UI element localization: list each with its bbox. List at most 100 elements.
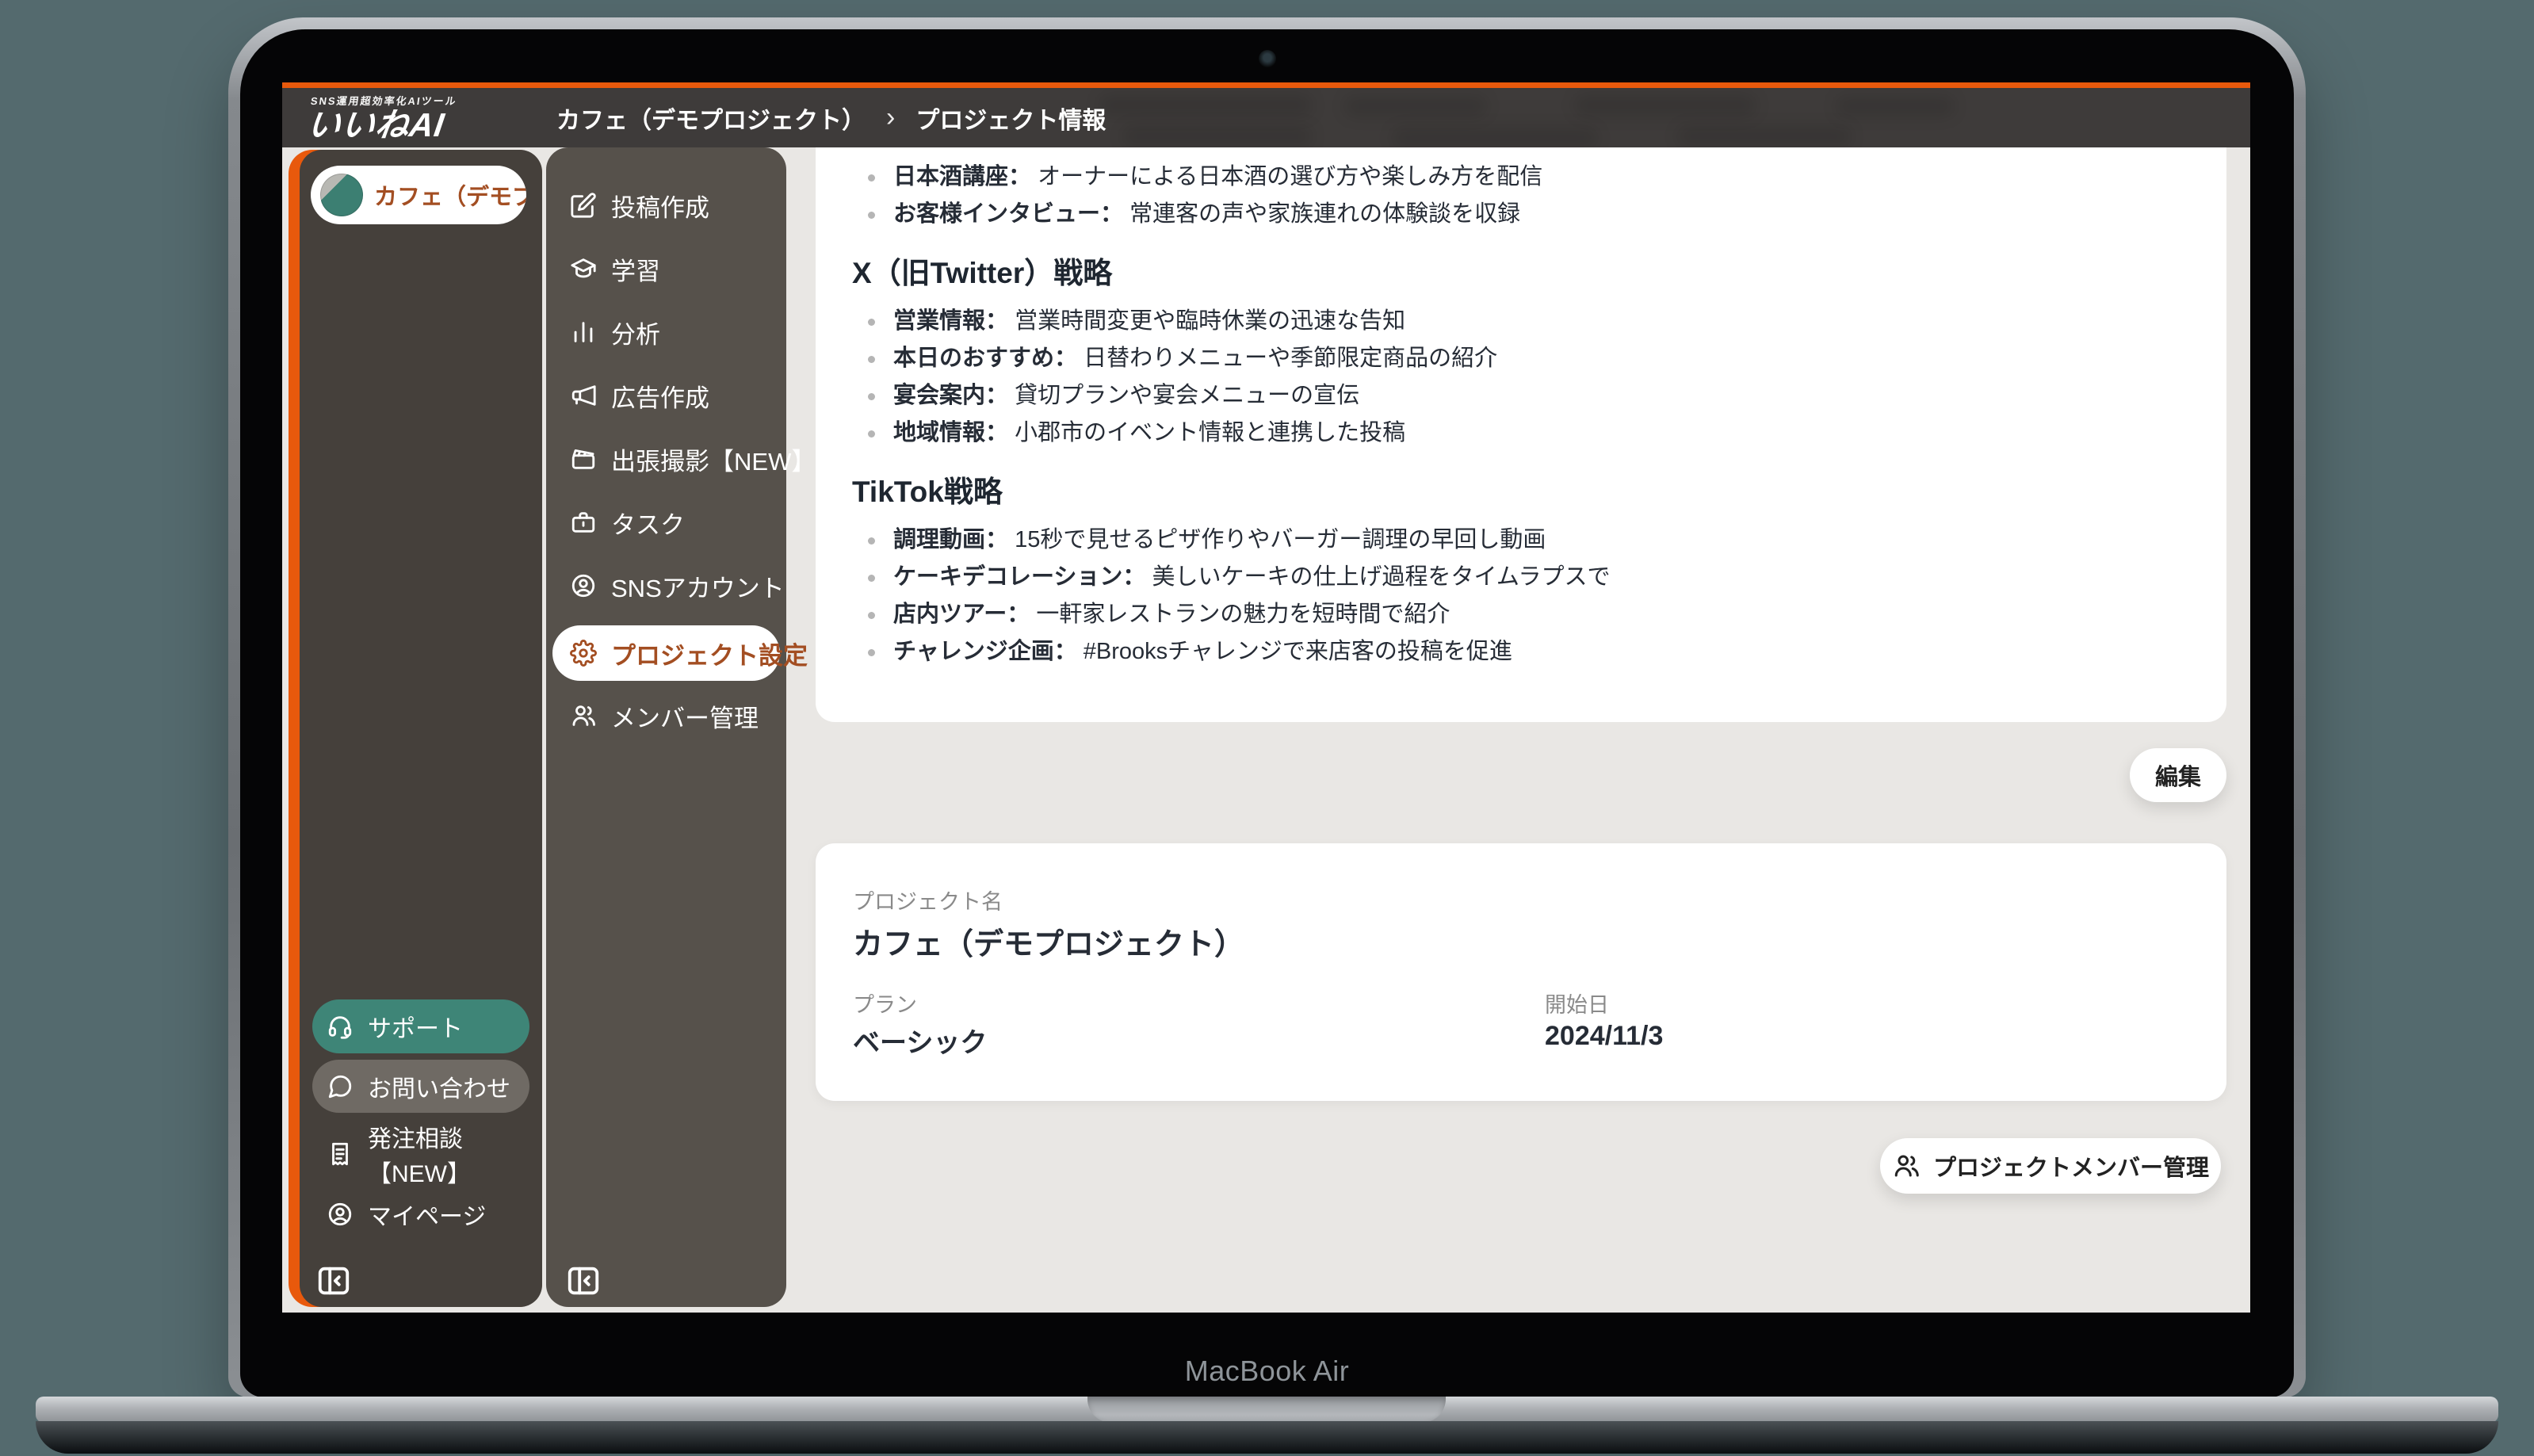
menu-item-photoshoot[interactable]: 出張撮影【NEW】 [552,435,780,483]
megaphone-icon [570,382,597,409]
bullet-dot [868,612,875,619]
graduation-cap-icon [570,255,597,282]
macbook-base [36,1421,2498,1454]
app-screen: SNS運用超効率化AIツール いいねAI カフェ（デモプロジェクト） › プロジ… [282,82,2250,1313]
plan-label: プラン [853,988,917,1018]
start-date-label: 開始日 [1545,988,1609,1018]
macbook-bezel: SNS運用超効率化AIツール いいねAI カフェ（デモプロジェクト） › プロジ… [240,29,2294,1397]
breadcrumb: カフェ（デモプロジェクト） › プロジェクト情報 [556,88,1106,147]
menu-item-member-management[interactable]: メンバー管理 [552,692,780,739]
app-logo[interactable]: SNS運用超効率化AIツール いいねAI [305,93,459,143]
menu-collapse-button[interactable] [562,1259,605,1302]
bullet-label: 本日のおすすめ： [893,346,1077,371]
bullet-label: チャレンジ企画： [893,639,1077,664]
panel-collapse-icon [565,1263,602,1299]
logo-tagline: SNS運用超効率化AIツール [310,93,458,108]
macbook-hinge [36,1397,2498,1423]
strategy-bullet: 宴会案内： 貸切プランや宴会メニューの宣伝 [852,377,2190,415]
bullet-text: 営業時間変更や臨時休業の迅速な告知 [1015,308,1405,334]
menu-item-label: プロジェクト設定 [611,636,808,671]
edit-button[interactable]: 編集 [2130,748,2226,802]
bullet-text: 日替わりメニューや季節限定商品の紹介 [1084,346,1497,371]
bar-chart-icon [570,319,597,346]
receipt-icon [327,1141,354,1167]
bullet-label: お客様インタビュー： [893,201,1123,227]
menu-item-label: 投稿作成 [611,188,709,224]
menu-item-label: 学習 [611,251,660,287]
camera-dot [1259,50,1276,67]
bullet-label: ケーキデコレーション： [893,564,1145,590]
button-label: プロジェクトメンバー管理 [1933,1149,2209,1183]
sidebar-item-support[interactable]: サポート [312,999,529,1053]
menu-item-sns-accounts[interactable]: SNSアカウント [552,562,780,610]
sidebar-item-contact[interactable]: お問い合わせ [312,1060,529,1113]
sidebar-item-mypage[interactable]: マイページ [312,1190,529,1238]
panel-collapse-icon [315,1263,352,1299]
strategy-bullet: 営業情報： 営業時間変更や臨時休業の迅速な告知 [852,303,2190,340]
sidebar-collapse-button[interactable] [312,1259,355,1302]
menu-item-analysis[interactable]: 分析 [552,308,780,356]
strategy-bullet: ケーキデコレーション： 美しいケーキの仕上げ過程をタイムラプスで [852,559,2190,596]
bullet-text: 小郡市のイベント情報と連携した投稿 [1015,420,1405,445]
macbook-lid: SNS運用超効率化AIツール いいねAI カフェ（デモプロジェクト） › プロジ… [228,17,2306,1397]
clapperboard-icon [570,445,597,472]
strategy-bullet: 日本酒講座： オーナーによる日本酒の選び方や楽しみ方を配信 [852,159,2190,196]
project-name-value: カフェ（デモプロジェクト） [853,919,1244,963]
blurred-content [1099,94,1313,117]
menu-item-label: 分析 [611,315,660,350]
bullet-dot [868,430,875,438]
strategy-bullet: 調理動画： 15秒で見せるピザ作りやバーガー調理の早回し動画 [852,522,2190,559]
menu-item-label: タスク [611,505,685,541]
blurred-content [1574,94,1756,117]
bullet-dot [868,537,875,545]
user-circle-icon [327,1201,354,1228]
menu-item-project-settings[interactable]: プロジェクト設定 [552,625,780,681]
menu-item-post-create[interactable]: 投稿作成 [552,182,780,229]
strategy-bullet: チャレンジ企画： #Brooksチャレンジで来店客の投稿を促進 [852,633,2190,671]
users-icon [570,702,597,729]
bullet-text: 美しいケーキの仕上げ過程をタイムラプスで [1152,564,1610,590]
bullet-text: 15秒で見せるピザ作りやバーガー調理の早回し動画 [1015,527,1546,552]
sidebar-item-label: お問い合わせ [368,1069,510,1104]
plan-value: ベーシック [853,1021,987,1060]
menu-item-tasks[interactable]: タスク [552,499,780,546]
menu-item-ad-create[interactable]: 広告作成 [552,372,780,419]
menu-item-learning[interactable]: 学習 [552,245,780,292]
macbook-hinge-notch [1087,1397,1446,1423]
sidebar-item-label: マイページ [368,1197,486,1232]
bullet-label: 店内ツアー： [893,602,1030,627]
bullet-text: オーナーによる日本酒の選び方や楽しみ方を配信 [1038,164,1542,189]
chat-bubble-icon [327,1073,354,1100]
project-selector[interactable]: カフェ（デモプ… [311,166,526,224]
start-date-value: 2024/11/3 [1545,1021,1663,1052]
sidebar-item-order-consult[interactable]: 発注相談【NEW】 [312,1130,529,1178]
bullet-dot [868,575,875,582]
breadcrumb-project[interactable]: カフェ（デモプロジェクト） [556,101,866,136]
strategy-bullet: 店内ツアー： 一軒家レストランの魅力を短時間で紹介 [852,596,2190,633]
bullet-label: 地域情報： [893,420,1008,445]
blurred-content [1677,126,1852,147]
project-menu-panel: 投稿作成 学習 分析 広告作成 [546,147,786,1307]
project-selector-label: カフェ（デモプ… [374,178,526,212]
sidebar-item-label: 発注相談【NEW】 [368,1119,515,1189]
primary-sidebar: カフェ（デモプ… サポート お問い合わせ [289,150,542,1307]
blurred-content [1836,96,1955,117]
project-avatar [320,174,363,216]
strategy-bullet: 地域情報： 小郡市のイベント情報と連携した投稿 [852,415,2190,452]
strategy-card: 日本酒講座： オーナーによる日本酒の選び方や楽しみ方を配信 お客様インタビュー：… [816,147,2226,722]
bullet-dot [868,393,875,400]
menu-item-label: 出張撮影【NEW】 [611,441,816,477]
project-name-label: プロジェクト名 [853,885,1003,915]
top-navbar: SNS運用超効率化AIツール いいねAI カフェ（デモプロジェクト） › プロジ… [282,88,2250,147]
backdrop: SNS運用超効率化AIツール いいねAI カフェ（デモプロジェクト） › プロジ… [0,0,2534,1456]
bullet-text: #Brooksチャレンジで来店客の投稿を促進 [1084,639,1512,664]
primary-sidebar-panel: カフェ（デモプ… サポート お問い合わせ [300,150,542,1307]
breadcrumb-page: プロジェクト情報 [915,101,1106,136]
strategy-bullet: お客様インタビュー： 常連客の声や家族連れの体験談を収録 [852,196,2190,233]
strategy-bullet: 本日のおすすめ： 日替わりメニューや季節限定商品の紹介 [852,340,2190,377]
bullet-text: 常連客の声や家族連れの体験談を収録 [1129,201,1520,227]
section-heading: TikTok戦略 [852,471,2190,514]
bullet-dot [868,212,875,219]
sidebar-item-label: サポート [368,1009,463,1044]
project-member-management-button[interactable]: プロジェクトメンバー管理 [1880,1138,2221,1194]
